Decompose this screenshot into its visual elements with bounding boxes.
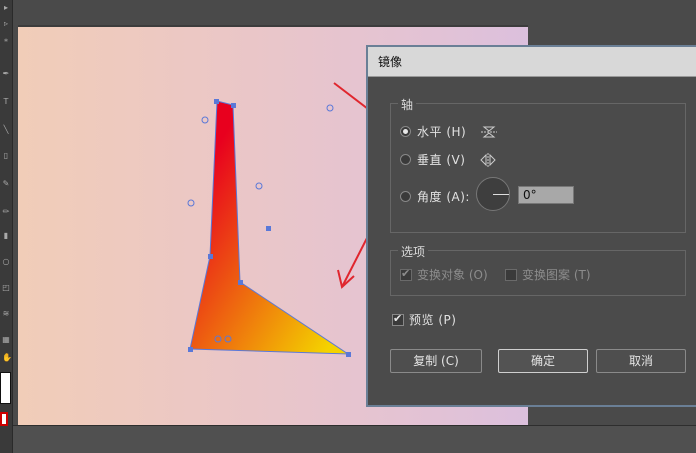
ok-button[interactable]: 确定 xyxy=(498,349,588,373)
rotate-tool-icon[interactable]: ○ xyxy=(2,258,10,266)
scale-tool-icon[interactable]: ◰ xyxy=(2,284,10,292)
transform-patterns-option[interactable]: 变换图案 (T) xyxy=(505,266,591,283)
horizontal-label: 水平 (H) xyxy=(417,125,467,139)
angle-axis-option[interactable]: 角度 (A): xyxy=(400,188,470,205)
angle-radio[interactable] xyxy=(400,191,411,202)
status-bar xyxy=(13,425,696,453)
axis-group-label: 轴 xyxy=(398,96,417,113)
horizontal-axis-option[interactable]: 水平 (H) xyxy=(400,123,498,140)
preview-checkbox[interactable] xyxy=(392,312,404,326)
warp-tool-icon[interactable]: ≋ xyxy=(2,310,10,318)
type-tool-icon[interactable]: T xyxy=(2,98,10,106)
pen-tool-icon[interactable]: ✒ xyxy=(2,70,10,78)
magic-wand-tool-icon[interactable]: ⁎ xyxy=(2,36,10,44)
vertical-axis-option[interactable]: 垂直 (V) xyxy=(400,151,497,168)
hand-tool-icon[interactable]: ✋ xyxy=(2,354,12,362)
angle-input[interactable]: 0° xyxy=(518,186,574,204)
transform-objects-label: 变换对象 (O) xyxy=(417,268,488,282)
preview-label: 预览 (P) xyxy=(409,313,457,327)
selection-tool-icon[interactable]: ▸ xyxy=(2,4,10,12)
angle-label: 角度 (A): xyxy=(417,190,470,204)
tools-panel: ▸ ▹ ⁎ ✒ T ╲ ▯ ✎ ✏ ▮ ○ ◰ ≋ ▦ ✋ xyxy=(0,0,13,453)
horizontal-reflect-icon xyxy=(481,126,498,137)
dialog-title[interactable]: 镜像 xyxy=(368,47,696,77)
gradient-tool-icon[interactable]: ▦ xyxy=(2,336,10,344)
pencil-tool-icon[interactable]: ✏ xyxy=(2,208,10,216)
options-group-label: 选项 xyxy=(398,243,429,260)
transform-patterns-checkbox[interactable] xyxy=(505,268,517,281)
vertical-label: 垂直 (V) xyxy=(417,153,466,167)
transform-patterns-label: 变换图案 (T) xyxy=(522,268,591,282)
eraser-tool-icon[interactable]: ▮ xyxy=(2,232,10,240)
vertical-radio[interactable] xyxy=(400,154,411,165)
copy-button[interactable]: 复制 (C) xyxy=(390,349,482,373)
stroke-color-swatch[interactable] xyxy=(0,412,8,426)
fill-color-swatch[interactable] xyxy=(0,372,11,404)
horizontal-radio[interactable] xyxy=(400,126,411,137)
line-tool-icon[interactable]: ╲ xyxy=(2,126,10,134)
paintbrush-tool-icon[interactable]: ✎ xyxy=(2,180,10,188)
vertical-reflect-icon xyxy=(480,152,497,167)
angle-dial[interactable] xyxy=(476,177,510,211)
reflect-dialog: 镜像 轴 水平 (H) 垂直 (V) 角度 (A): 0° 选项 变换对象 (O… xyxy=(366,45,696,407)
preview-option[interactable]: 预览 (P) xyxy=(392,311,456,328)
direct-selection-tool-icon[interactable]: ▹ xyxy=(2,20,10,28)
cancel-button[interactable]: 取消 xyxy=(596,349,686,373)
transform-objects-checkbox[interactable] xyxy=(400,267,412,281)
transform-objects-option[interactable]: 变换对象 (O) xyxy=(400,266,488,283)
rectangle-tool-icon[interactable]: ▯ xyxy=(2,152,10,160)
